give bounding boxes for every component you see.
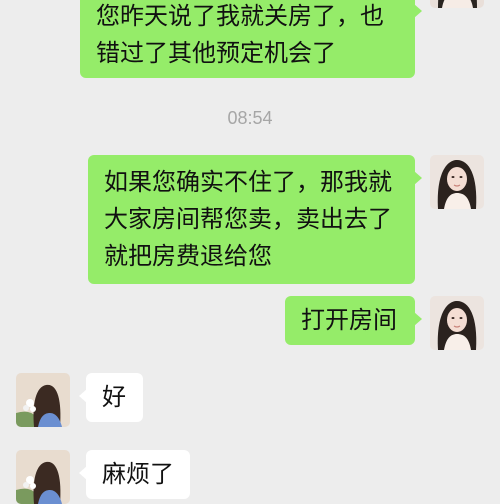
message-text-line: 麻烦了 — [102, 460, 174, 488]
message-bubble-outgoing[interactable]: 打开房间 — [285, 296, 422, 345]
contact-avatar-image — [16, 373, 70, 427]
message-text-line: 就把房费退给您 — [104, 242, 272, 270]
message-bubble-incoming[interactable]: 麻烦了 — [79, 450, 190, 499]
message-timestamp: 08:54 — [227, 108, 273, 128]
message-bubble-outgoing[interactable]: 如果您确实不住了，那我就 大家房间帮您卖，卖出去了 就把房费退给您 — [88, 155, 422, 284]
self-avatar-image — [430, 0, 484, 8]
self-avatar[interactable] — [430, 155, 484, 209]
message-bubble-incoming[interactable]: 好 — [79, 373, 143, 422]
message-text-line: 好 — [102, 383, 126, 411]
contact-avatar[interactable] — [16, 450, 70, 504]
message-text-line: 打开房间 — [301, 306, 397, 334]
self-avatar[interactable] — [430, 296, 484, 350]
contact-avatar[interactable] — [16, 373, 70, 427]
message-text-line: 您昨天说了我就关房了，也 — [96, 2, 384, 30]
message-bubble-outgoing[interactable]: 您昨天说了我就关房了，也 错过了其他预定机会了 — [80, 0, 422, 78]
chat-area: 您昨天说了我就关房了，也 错过了其他预定机会了 08:54 如果您确实不住了，那… — [0, 0, 500, 504]
self-avatar-image — [430, 155, 484, 209]
contact-avatar-image — [16, 450, 70, 504]
message-text-line: 如果您确实不住了，那我就 — [104, 168, 392, 196]
message-text-line: 大家房间帮您卖，卖出去了 — [104, 205, 392, 233]
self-avatar-image — [430, 296, 484, 350]
message-text-line: 错过了其他预定机会了 — [96, 39, 336, 67]
self-avatar[interactable] — [430, 0, 484, 8]
